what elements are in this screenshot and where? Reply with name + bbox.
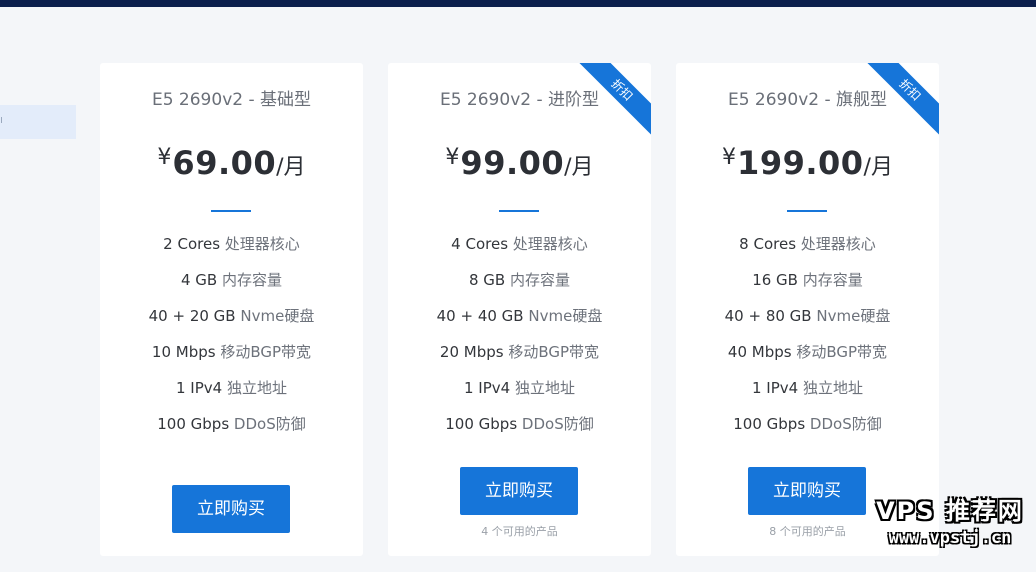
spec-label: 独立地址 (802, 379, 863, 397)
spec-value: 1 IPv4 (464, 379, 511, 397)
buy-now-button[interactable]: 立即购买 (172, 485, 290, 533)
sidebar-active-item[interactable] (0, 105, 76, 139)
currency-symbol: ¥ (157, 145, 172, 170)
spec-label: 移动BGP带宽 (220, 343, 312, 361)
price-amount: 99.00 (460, 144, 565, 182)
divider (211, 210, 251, 212)
price-unit: /月 (863, 155, 893, 180)
spec-ddos: 100 Gbps DDoS防御 (388, 413, 651, 435)
spec-value: 4 GB (180, 271, 218, 289)
spec-memory: 8 GB 内存容量 (388, 269, 651, 291)
spec-value: 4 Cores (451, 235, 509, 253)
plan-price: ¥99.00/月 (388, 138, 651, 189)
spec-value: 1 IPv4 (176, 379, 223, 397)
spec-label: 内存容量 (510, 271, 571, 289)
site-watermark: VPS 推荐网 www.vpstj.cn (870, 496, 1030, 556)
spec-value: 8 GB (468, 271, 506, 289)
plan-name: E5 2690v2 - 进阶型 (439, 90, 600, 110)
spec-ddos: 100 Gbps DDoS防御 (100, 413, 363, 435)
spec-label: 处理器核心 (224, 235, 300, 253)
spec-label: DDoS防御 (233, 415, 306, 433)
spec-value: 40 + 40 GB (436, 307, 524, 325)
plan-card-basic: E5 2690v2 - 基础型 ¥69.00/月 2 Cores 处理器核心 4… (100, 63, 363, 556)
spec-bandwidth: 10 Mbps 移动BGP带宽 (100, 341, 363, 363)
spec-value: 10 Mbps (151, 343, 216, 361)
plan-name: E5 2690v2 - 旗舰型 (727, 90, 888, 110)
spec-value: 40 Mbps (727, 343, 792, 361)
spec-label: DDoS防御 (521, 415, 594, 433)
divider (499, 210, 539, 212)
divider (787, 210, 827, 212)
spec-value: 40 + 20 GB (148, 307, 236, 325)
buy-now-button[interactable]: 立即购买 (748, 467, 866, 515)
plan-price: ¥199.00/月 (676, 138, 939, 189)
spec-label: 内存容量 (222, 271, 283, 289)
spec-cpu: 4 Cores 处理器核心 (388, 233, 651, 255)
currency-symbol: ¥ (722, 145, 737, 170)
buy-now-button[interactable]: 立即购买 (460, 467, 578, 515)
spec-memory: 16 GB 内存容量 (676, 269, 939, 291)
spec-label: Nvme硬盘 (528, 307, 603, 325)
spec-ddos: 100 Gbps DDoS防御 (676, 413, 939, 435)
spec-value: 40 + 80 GB (724, 307, 812, 325)
price-unit: /月 (276, 155, 306, 180)
spec-bandwidth: 20 Mbps 移动BGP带宽 (388, 341, 651, 363)
spec-value: 16 GB (752, 271, 798, 289)
spec-ipv4: 1 IPv4 独立地址 (676, 377, 939, 399)
spec-label: 内存容量 (802, 271, 863, 289)
spec-memory: 4 GB 内存容量 (100, 269, 363, 291)
spec-disk: 40 + 80 GB Nvme硬盘 (676, 305, 939, 327)
plan-card-flagship: 折扣 E5 2690v2 - 旗舰型 ¥199.00/月 8 Cores 处理器… (676, 63, 939, 556)
spec-label: Nvme硬盘 (240, 307, 315, 325)
spec-value: 100 Gbps (445, 415, 518, 433)
spec-value: 100 Gbps (733, 415, 806, 433)
top-navigation-bar (0, 0, 1036, 7)
spec-label: 移动BGP带宽 (796, 343, 888, 361)
spec-label: 独立地址 (514, 379, 575, 397)
spec-ipv4: 1 IPv4 独立地址 (388, 377, 651, 399)
spec-value: 2 Cores (163, 235, 221, 253)
spec-label: DDoS防御 (809, 415, 882, 433)
plan-price: ¥69.00/月 (100, 138, 363, 189)
currency-symbol: ¥ (445, 145, 460, 170)
spec-cpu: 2 Cores 处理器核心 (100, 233, 363, 255)
spec-value: 1 IPv4 (752, 379, 799, 397)
spec-label: Nvme硬盘 (816, 307, 891, 325)
watermark-title: VPS 推荐网 (876, 497, 1024, 525)
spec-disk: 40 + 40 GB Nvme硬盘 (388, 305, 651, 327)
spec-bandwidth: 40 Mbps 移动BGP带宽 (676, 341, 939, 363)
spec-label: 移动BGP带宽 (508, 343, 600, 361)
spec-label: 处理器核心 (512, 235, 588, 253)
plan-card-advanced: 折扣 E5 2690v2 - 进阶型 ¥99.00/月 4 Cores 处理器核… (388, 63, 651, 556)
spec-value: 20 Mbps (439, 343, 504, 361)
plan-name: E5 2690v2 - 基础型 (151, 90, 312, 110)
spec-value: 100 Gbps (157, 415, 230, 433)
spec-cpu: 8 Cores 处理器核心 (676, 233, 939, 255)
spec-label: 独立地址 (226, 379, 287, 397)
spec-label: 处理器核心 (800, 235, 876, 253)
price-unit: /月 (564, 155, 594, 180)
chevron-right-icon (0, 117, 2, 123)
spec-disk: 40 + 20 GB Nvme硬盘 (100, 305, 363, 327)
spec-value: 8 Cores (739, 235, 797, 253)
availability-count: 4 个可用的产品 (481, 525, 558, 538)
spec-ipv4: 1 IPv4 独立地址 (100, 377, 363, 399)
watermark-url: www.vpstj.cn (888, 528, 1012, 548)
price-amount: 69.00 (172, 144, 277, 182)
price-amount: 199.00 (737, 144, 864, 182)
